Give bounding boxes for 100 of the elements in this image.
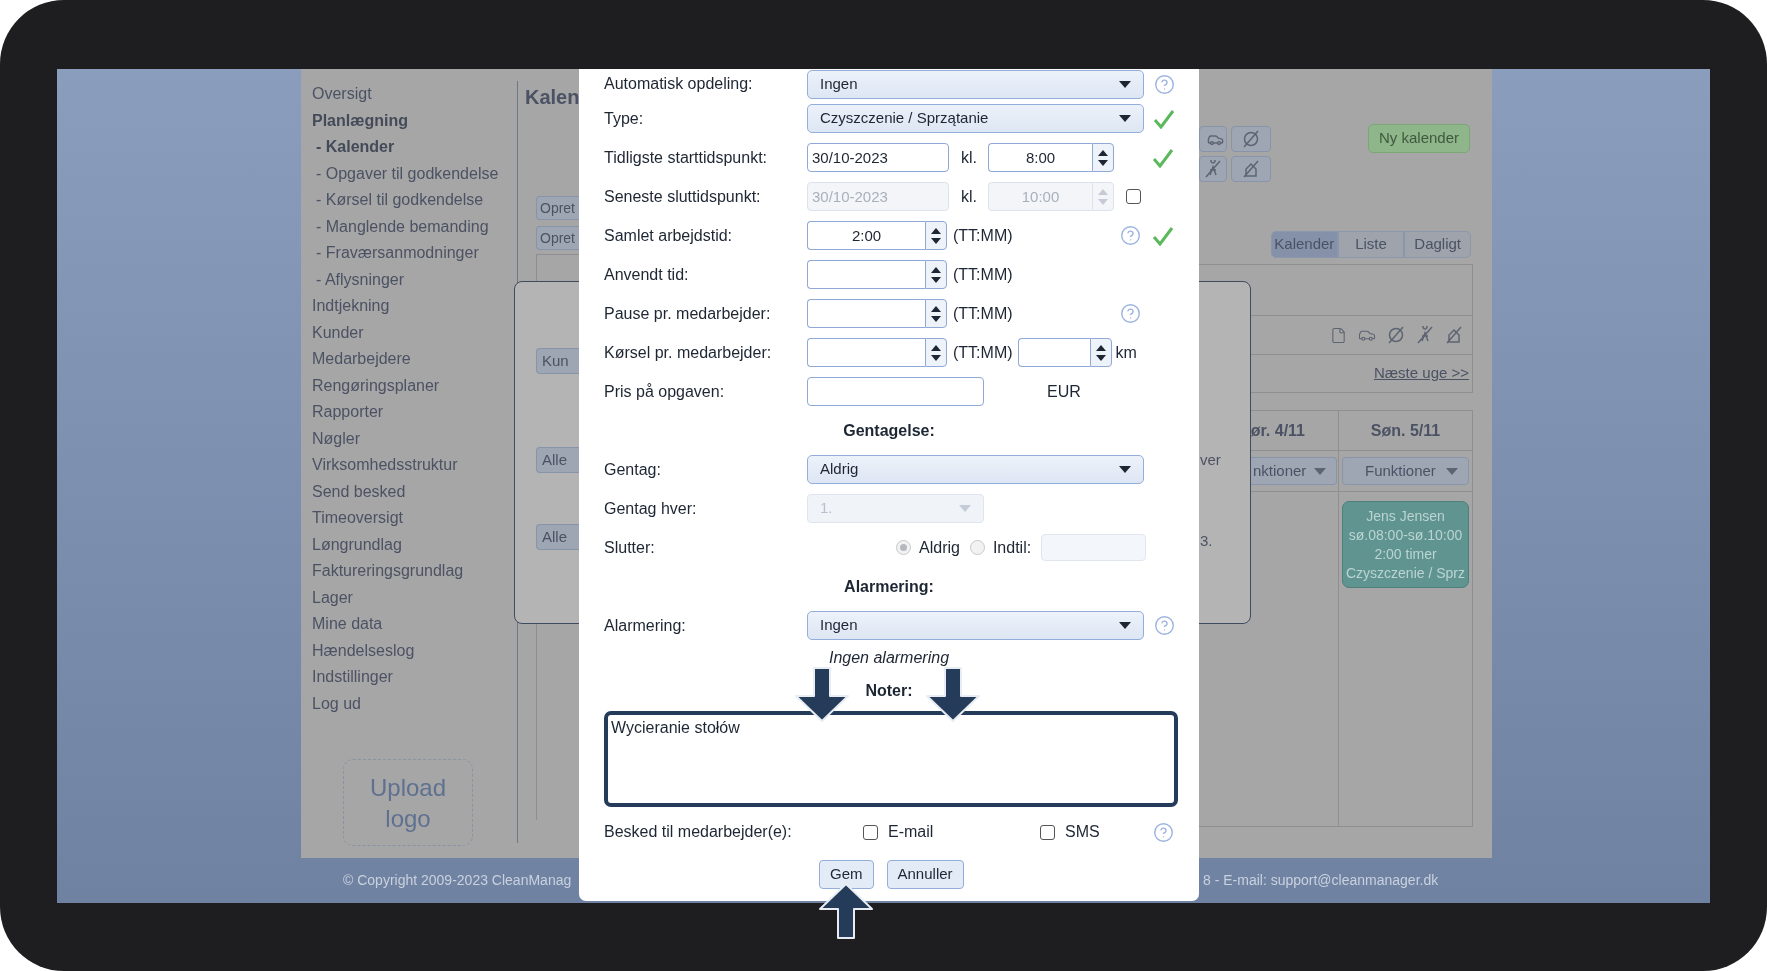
sidebar-item[interactable]: Oversigt	[312, 81, 517, 108]
toolbar-button[interactable]	[1231, 126, 1271, 152]
event-text: 2:00 timer	[1374, 544, 1437, 564]
spinner-buttons[interactable]	[925, 338, 947, 367]
spinner-arrows-icon	[931, 227, 941, 244]
field-label: Gentag:	[604, 459, 662, 480]
radio-label: Indtil:	[992, 537, 1032, 558]
sidebar-item[interactable]: Send besked	[312, 478, 517, 505]
sidebar-item[interactable]: Rapporter	[312, 399, 517, 426]
option-button[interactable]: Alle	[536, 524, 580, 550]
cancel-button[interactable]: Annuller	[886, 860, 964, 889]
sidebar-item[interactable]: Løngrundlag	[312, 531, 517, 558]
dropdown[interactable]: Czyszczenie / Sprzątanie	[807, 104, 1144, 133]
sidebar-item[interactable]: Timeoversigt	[312, 505, 517, 532]
down-arrow-icon	[793, 666, 851, 724]
save-button[interactable]: Gem	[819, 860, 874, 889]
new-calendar-button[interactable]: Ny kalender	[1368, 124, 1470, 153]
sidebar-item[interactable]: Lager	[312, 584, 517, 611]
time-spinner[interactable]: 2:00	[807, 221, 925, 250]
help-icon[interactable]	[1152, 821, 1174, 843]
sidebar-item[interactable]: Indstillinger	[312, 664, 517, 691]
field-label: Seneste sluttidspunkt:	[604, 186, 762, 207]
dropdown[interactable]: Ingen	[807, 611, 1144, 640]
sidebar-item[interactable]: Hændelseslog	[312, 637, 517, 664]
sidebar-item[interactable]: - Opgaver til godkendelse	[316, 160, 517, 187]
sidebar-item[interactable]: - Kørsel til godkendelse	[316, 187, 517, 214]
sidebar-item[interactable]: Rengøringsplaner	[312, 372, 517, 399]
help-icon[interactable]	[1153, 73, 1175, 95]
field-label: Samlet arbejdstid:	[604, 225, 734, 246]
date-field[interactable]: 30/10-2023	[807, 143, 949, 172]
help-icon[interactable]	[1119, 303, 1141, 324]
sidebar-item[interactable]: Virksomhedsstruktur	[312, 452, 517, 479]
checkbox[interactable]	[863, 824, 878, 840]
toolbar-button[interactable]	[1199, 156, 1227, 182]
option-button[interactable]: Kun	[536, 348, 580, 374]
dropdown[interactable]: Aldrig	[807, 455, 1144, 484]
sidebar-item[interactable]: Nøgler	[312, 425, 517, 452]
radio-button[interactable]	[896, 540, 911, 555]
help-icon[interactable]	[1119, 225, 1141, 246]
caret-icon	[1314, 467, 1326, 475]
contact-text: 8 - E-mail: support@cleanmanager.dk	[1203, 871, 1439, 890]
checkmark-icon	[1152, 147, 1174, 168]
event-text: sø.08:00-sø.10:00	[1348, 525, 1463, 545]
sidebar-item[interactable]: - Fraværsanmodninger	[316, 240, 517, 267]
field-label: Alarmering:	[604, 615, 687, 636]
unit-label: (TT:MM)	[953, 303, 1013, 324]
slashed-circle-icon[interactable]	[1242, 130, 1260, 148]
option-button[interactable]: Alle	[536, 447, 580, 473]
checkmark-icon	[1153, 108, 1175, 129]
toolbar-button[interactable]	[1199, 126, 1227, 152]
sidebar-item[interactable]: Indtjekning	[312, 293, 517, 320]
event-card[interactable]: Jens Jensen sø.08:00-sø.10:00 2:00 timer Czyszczenie / Sprz	[1342, 501, 1469, 588]
functions-dropdown[interactable]: Funktioner	[1342, 457, 1469, 485]
sidebar-item[interactable]: Faktureringsgrundlag	[312, 558, 517, 585]
sidebar-item[interactable]: - Kalender	[316, 134, 517, 161]
page-title: Kalen	[525, 85, 579, 110]
dialog-text: ver	[1200, 450, 1221, 470]
spinner-buttons[interactable]	[925, 299, 947, 328]
notes-field[interactable]: Wycieranie stołów	[604, 711, 1178, 807]
help-icon[interactable]	[1153, 615, 1175, 636]
slashed-circle-icon[interactable]	[1387, 326, 1405, 344]
slashed-house-icon[interactable]	[1242, 160, 1260, 178]
functions-dropdown[interactable]: nktioner	[1251, 457, 1337, 485]
create-button[interactable]: Opret	[536, 196, 579, 220]
field-label: Kørsel pr. medarbejder:	[604, 342, 773, 363]
slashed-figure-icon[interactable]	[1416, 326, 1434, 344]
radio-button[interactable]	[969, 540, 985, 555]
dialog-text: 3.	[1200, 530, 1214, 551]
toolbar-button[interactable]	[1231, 156, 1271, 182]
sidebar-item[interactable]: Mine data	[312, 611, 517, 638]
view-tab[interactable]: Dagligt	[1404, 231, 1471, 258]
spinner-buttons[interactable]	[1089, 338, 1112, 367]
next-week-link[interactable]: Næste uge >>	[1373, 362, 1469, 385]
spinner-buttons[interactable]	[1092, 143, 1114, 172]
view-tab[interactable]: Kalender	[1271, 231, 1338, 258]
time-spinner[interactable]: 8:00	[988, 143, 1092, 172]
create-button[interactable]: Opret	[536, 226, 579, 250]
sidebar-item[interactable]: Log ud	[312, 690, 517, 717]
checkbox[interactable]	[1040, 824, 1055, 840]
sidebar-item[interactable]: - Manglende bemanding	[316, 213, 517, 240]
field-label: Anvendt tid:	[604, 264, 690, 285]
upload-logo-button[interactable]: Upload logo	[343, 759, 473, 846]
file-icon[interactable]	[1330, 326, 1347, 344]
spinner-buttons[interactable]	[925, 221, 947, 250]
date-field[interactable]	[1041, 534, 1147, 561]
slashed-house-icon[interactable]	[1445, 326, 1463, 344]
slashed-figure-icon[interactable]	[1204, 160, 1222, 178]
spinner-arrows-icon	[1098, 149, 1108, 166]
spinner-buttons[interactable]	[925, 260, 947, 289]
sidebar-item[interactable]: Medarbejdere	[312, 346, 517, 373]
sidebar-item[interactable]: Planlægning	[312, 107, 517, 134]
dropdown[interactable]: Ingen	[807, 69, 1144, 99]
day-header: ør. 4/11	[1250, 420, 1305, 441]
field-label: Gentag hver:	[604, 498, 698, 519]
sidebar-item[interactable]: - Aflysninger	[316, 266, 517, 293]
view-tab[interactable]: Liste	[1337, 231, 1405, 258]
currency-label: EUR	[1047, 381, 1081, 402]
sidebar-item[interactable]: Kunder	[312, 319, 517, 346]
caret-icon	[1119, 115, 1131, 122]
price-field[interactable]	[807, 377, 984, 406]
